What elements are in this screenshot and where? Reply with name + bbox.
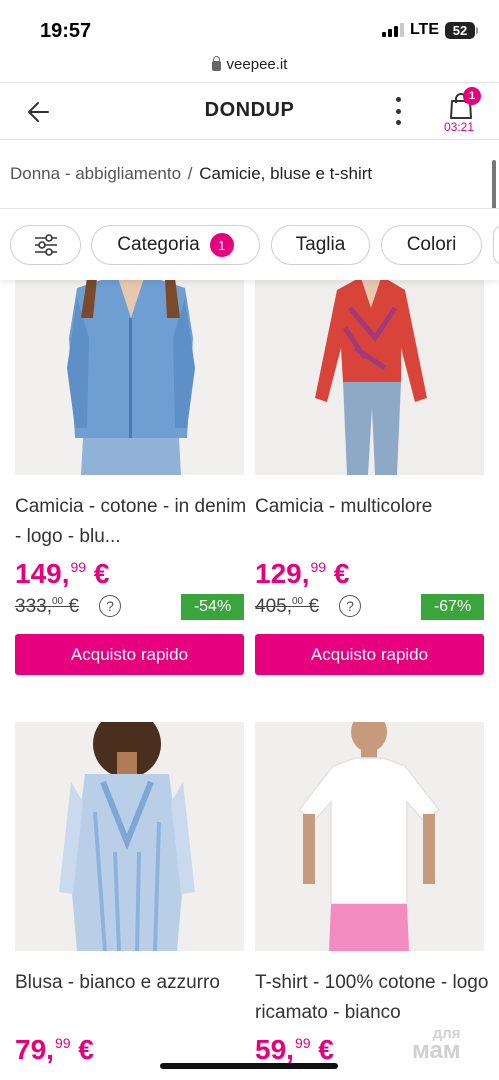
price-currency: € — [93, 558, 110, 589]
dot-icon — [395, 120, 401, 125]
product-image[interactable] — [255, 722, 484, 951]
old-price-main: 405, — [255, 596, 292, 617]
old-price-cents: 00 — [51, 596, 64, 607]
filter-chip-more[interactable] — [493, 225, 499, 265]
old-price-currency: € — [308, 596, 319, 617]
breadcrumb-current: Camicie, bluse e t-shirt — [199, 164, 373, 183]
filter-settings-button[interactable] — [10, 225, 81, 265]
product-name[interactable]: Camicia - multicolore — [255, 492, 495, 522]
status-time: 19:57 — [40, 20, 92, 42]
old-price: 405,00 € — [255, 596, 319, 618]
price-main: 129, — [255, 558, 310, 589]
quick-buy-button[interactable]: Acquisto rapido — [15, 634, 244, 675]
product-name[interactable]: Blusa - bianco e azzurro — [15, 968, 255, 998]
dot-icon — [395, 108, 401, 114]
signal-icon — [381, 23, 404, 37]
network-label: LTE — [409, 21, 439, 38]
price-currency: € — [333, 558, 350, 589]
product-image[interactable] — [255, 278, 484, 475]
quick-buy-button[interactable]: Acquisto rapido — [255, 634, 484, 675]
price-currency: € — [78, 1034, 94, 1065]
denim-shirt-image — [15, 278, 244, 475]
discount-badge: -54% — [181, 594, 244, 620]
breadcrumb-separator: / — [187, 164, 193, 183]
discount-badge: -67% — [421, 594, 484, 620]
tshirt-image — [255, 722, 484, 951]
product-name[interactable]: Camicia - cotone - in denim - logo - blu… — [15, 492, 255, 552]
old-price-row: 333,00 € ? -54% — [15, 594, 244, 620]
filter-chip-colori[interactable]: Colori — [381, 225, 482, 265]
watermark-line2: мам — [412, 1037, 461, 1064]
filter-chip-label: Taglia — [295, 234, 346, 255]
product-price: 59,99 € — [255, 1034, 334, 1066]
filter-chip-label: Colori — [406, 234, 457, 255]
price-cents: 99 — [54, 1035, 71, 1051]
help-icon[interactable]: ? — [99, 595, 121, 617]
old-price: 333,00 € — [15, 596, 79, 618]
battery-icon: 52 — [445, 21, 478, 39]
price-cents: 99 — [294, 1035, 311, 1051]
filter-chip-taglia[interactable]: Taglia — [271, 225, 370, 265]
old-price-currency: € — [68, 596, 79, 617]
more-menu-button[interactable] — [393, 97, 403, 125]
product-image[interactable] — [15, 278, 244, 475]
price-main: 79, — [15, 1034, 54, 1065]
site-header: DONDUP 1 03:21 — [0, 82, 499, 140]
cart-count-badge: 1 — [463, 87, 481, 105]
help-icon[interactable]: ? — [339, 595, 361, 617]
breadcrumb-parent[interactable]: Donna - abbigliamento — [10, 164, 181, 183]
status-bar: 19:57 LTE 52 — [0, 0, 499, 48]
old-price-main: 333, — [15, 596, 52, 617]
dot-icon — [395, 97, 401, 102]
product-image[interactable] — [15, 722, 244, 951]
url-domain: veepee.it — [226, 55, 288, 73]
old-price-cents: 00 — [291, 596, 304, 607]
watermark: для мам — [412, 1025, 461, 1064]
price-cents: 99 — [310, 559, 327, 575]
status-indicators: LTE 52 — [381, 21, 478, 39]
home-indicator[interactable] — [160, 1063, 338, 1069]
product-price: 79,99 € — [15, 1034, 94, 1066]
breadcrumb: Donna - abbigliamento / Camicie, bluse e… — [10, 164, 372, 184]
old-price-row: 405,00 € ? -67% — [255, 594, 484, 620]
product-price: 149,99 € — [15, 558, 109, 590]
filter-chip-label: Categoria — [117, 234, 200, 255]
blouse-image — [15, 722, 244, 951]
filter-count-badge: 1 — [209, 233, 234, 257]
sliders-icon — [34, 234, 57, 256]
price-main: 59, — [255, 1034, 294, 1065]
filter-chip-categoria[interactable]: Categoria 1 — [91, 225, 260, 265]
price-cents: 99 — [70, 559, 87, 575]
price-currency: € — [318, 1034, 334, 1065]
product-price: 129,99 € — [255, 558, 349, 590]
filter-bar: Categoria 1 Taglia Colori — [0, 208, 499, 280]
cart-button[interactable]: 1 03:21 — [440, 87, 484, 137]
brand-title: DONDUP — [204, 99, 295, 121]
product-name[interactable]: T-shirt - 100% cotone - logo ricamato - … — [255, 968, 495, 1028]
lock-icon — [211, 55, 221, 71]
url-bar[interactable]: veepee.it — [0, 52, 499, 76]
price-main: 149, — [15, 558, 70, 589]
multicolor-shirt-image — [255, 278, 484, 475]
cart-timer: 03:21 — [444, 120, 475, 134]
